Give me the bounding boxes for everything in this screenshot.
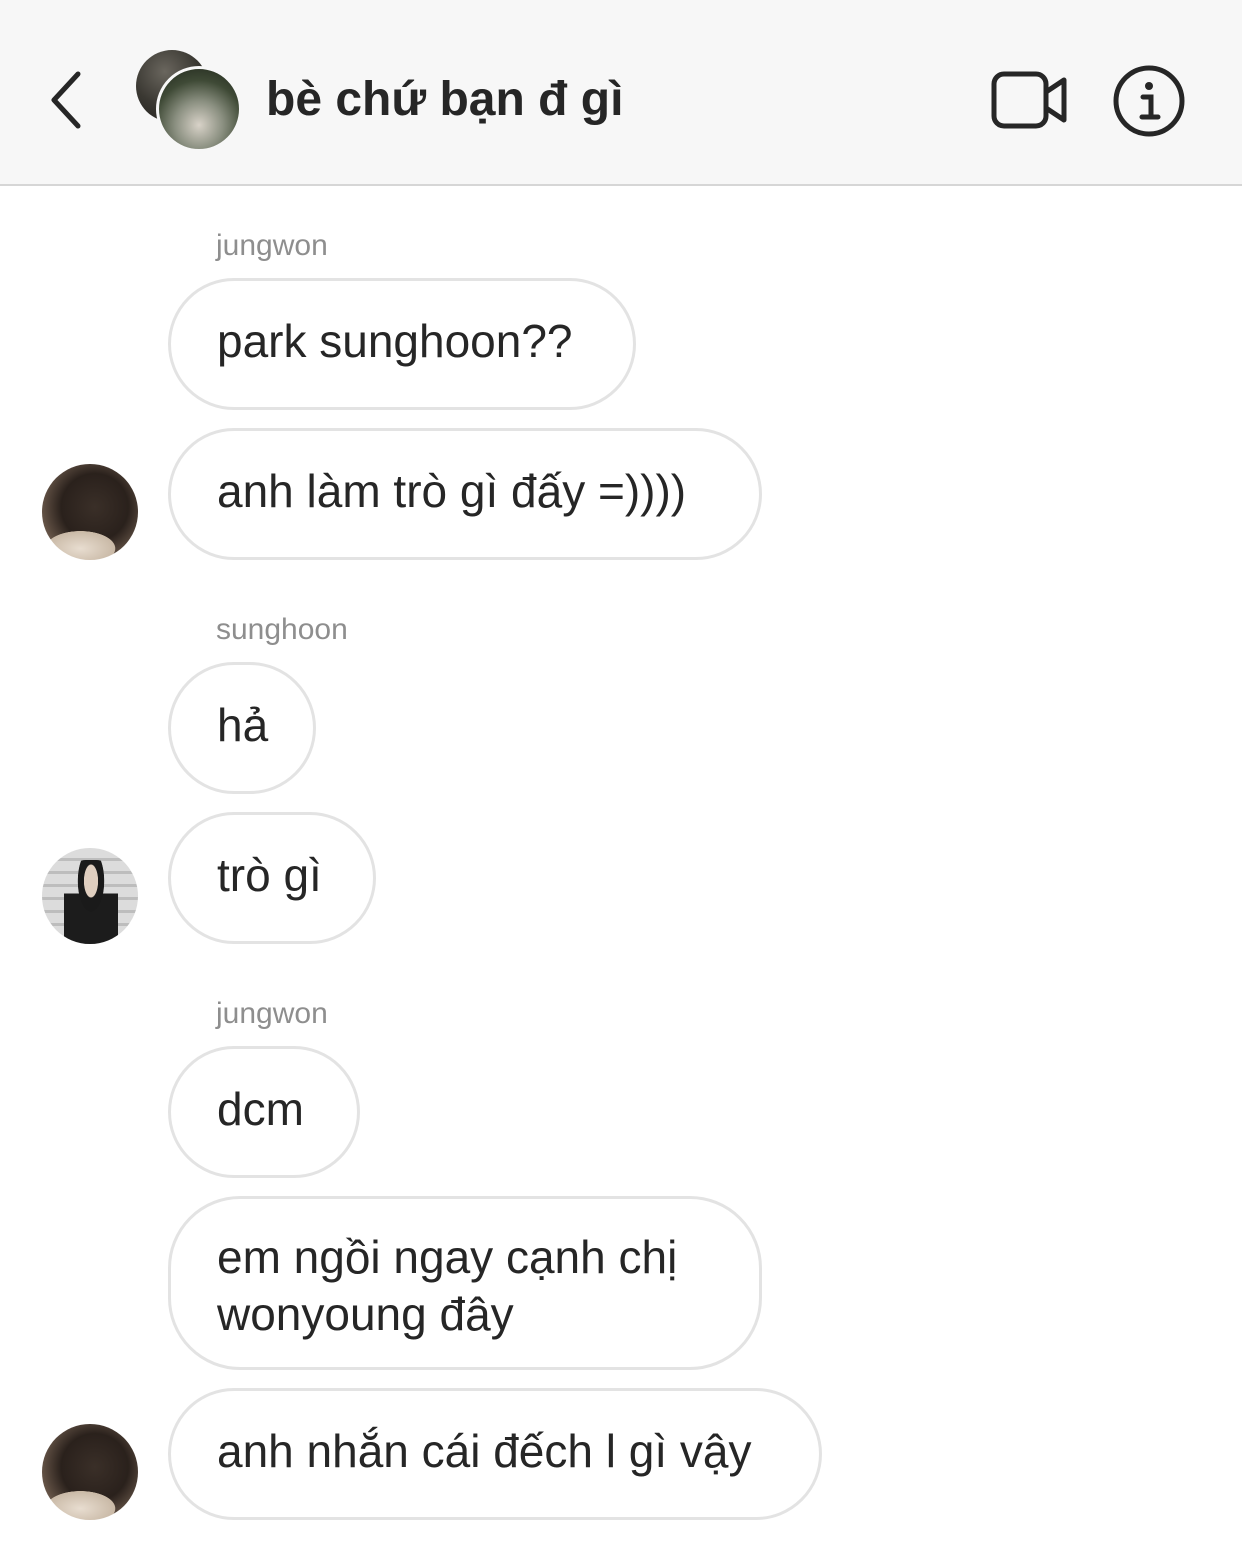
chevron-left-icon — [51, 71, 81, 129]
back-button[interactable] — [44, 68, 88, 132]
video-camera-icon — [991, 71, 1067, 129]
info-icon — [1113, 65, 1185, 137]
message-bubble[interactable]: dcm — [168, 1046, 360, 1178]
avatar[interactable] — [42, 1424, 138, 1520]
conversation-info-button[interactable] — [1112, 64, 1186, 138]
chat-header: bè chứ bạn đ gì — [0, 0, 1242, 186]
avatar[interactable] — [42, 464, 138, 560]
message-bubble[interactable]: anh nhắn cái đếch l gì vậy — [168, 1388, 822, 1520]
message-bubble[interactable]: park sunghoon?? — [168, 278, 636, 410]
group-avatar-member-2 — [156, 66, 242, 152]
video-call-button[interactable] — [990, 70, 1070, 130]
message-bubble[interactable]: em ngồi ngay cạnh chị wonyoung đây — [168, 1196, 762, 1370]
message-bubble[interactable]: trò gì — [168, 812, 376, 944]
sender-name: jungwon — [216, 997, 328, 1030]
message-bubble[interactable]: hả — [168, 662, 316, 794]
avatar[interactable] — [42, 848, 138, 944]
message-bubble[interactable]: anh làm trò gì đấy =)))) — [168, 428, 762, 560]
sender-name: jungwon — [216, 229, 328, 262]
sender-name: sunghoon — [216, 613, 348, 646]
chat-title[interactable]: bè chứ bạn đ gì — [266, 70, 623, 130]
group-avatar[interactable] — [136, 50, 242, 152]
